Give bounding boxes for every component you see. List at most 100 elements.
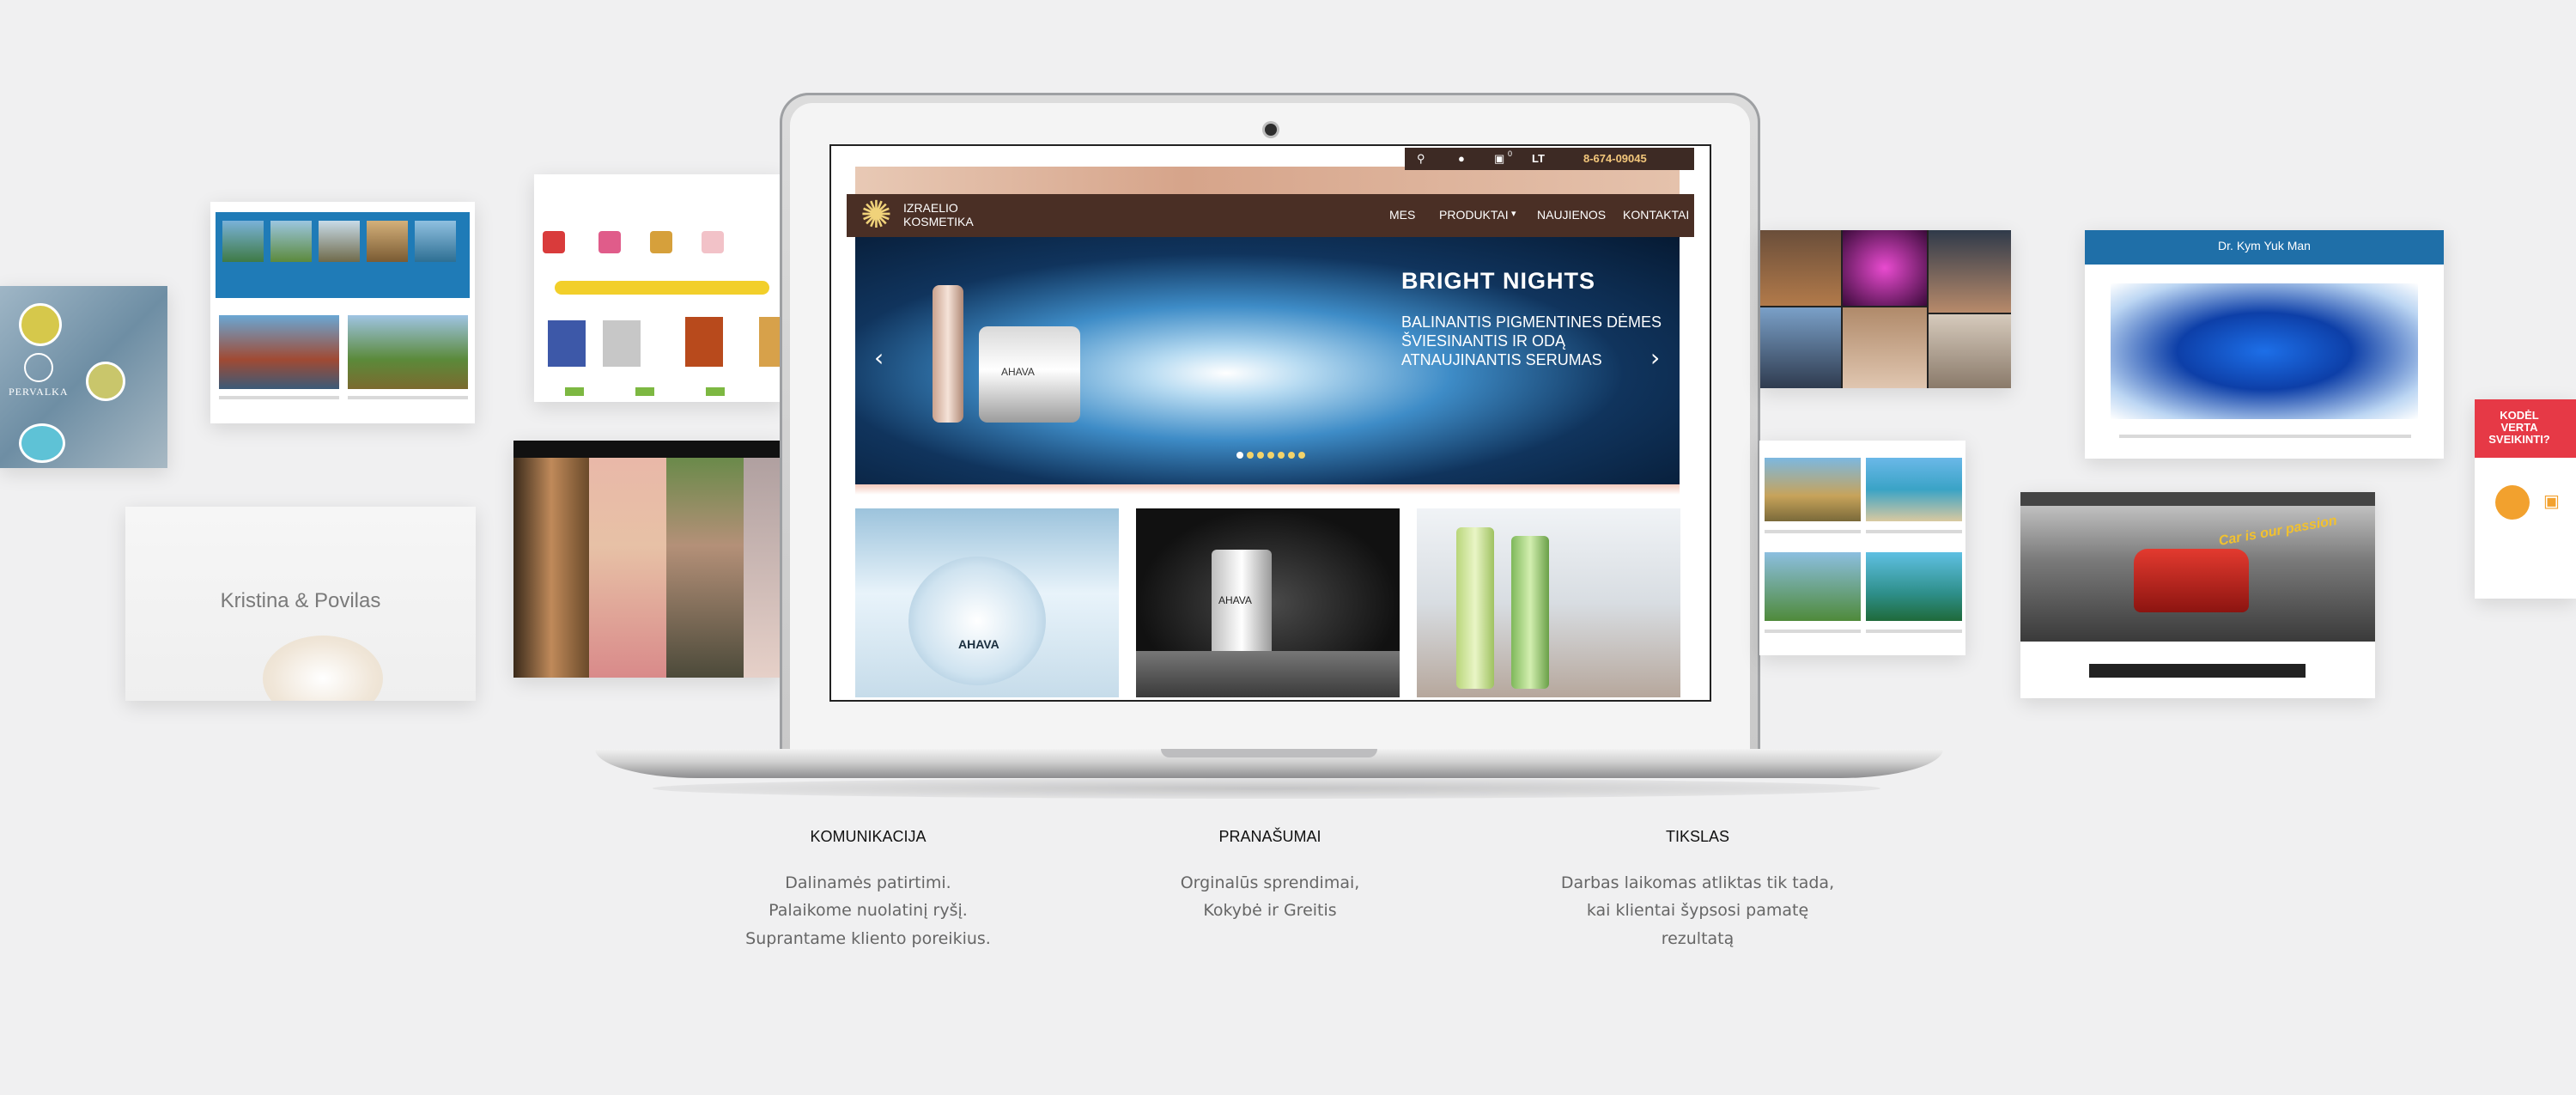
product-jar-1 bbox=[908, 557, 1046, 685]
slider-dot[interactable] bbox=[1267, 452, 1274, 459]
slider-dot[interactable] bbox=[1247, 452, 1254, 459]
logo-line2: KOSMETIKA bbox=[903, 215, 974, 228]
car-red-icon bbox=[2134, 549, 2249, 612]
user-icon[interactable]: ● bbox=[1458, 152, 1465, 165]
travel-photo-5 bbox=[415, 221, 456, 262]
thumb-collage[interactable] bbox=[1760, 230, 2011, 388]
car-tagline: Car is our passion bbox=[2217, 513, 2339, 549]
shop-product-3[interactable] bbox=[685, 317, 723, 367]
slider-prev-icon[interactable]: ‹ bbox=[874, 344, 884, 372]
nav-kontaktai[interactable]: KONTAKTAI bbox=[1623, 208, 1689, 222]
thumb-car[interactable]: Car is our passion bbox=[2020, 492, 2375, 698]
nav-mes[interactable]: MES bbox=[1389, 208, 1415, 222]
promo-question: KODĖL VERTA SVEIKINTI? bbox=[2488, 409, 2550, 446]
cart-icon[interactable]: ▣ bbox=[1494, 152, 1504, 166]
thumb-pervalka[interactable]: PERVALKA bbox=[0, 286, 167, 468]
logo-line1: IZRAELIO bbox=[903, 201, 958, 215]
nav-produktai[interactable]: PRODUKTAI bbox=[1439, 208, 1509, 222]
shop-buy-2[interactable] bbox=[635, 387, 654, 396]
slider-dot[interactable] bbox=[1257, 452, 1264, 459]
promo-badge-icon bbox=[2495, 485, 2530, 520]
search-icon[interactable]: ⚲ bbox=[1417, 152, 1425, 166]
shop-buy-1[interactable] bbox=[565, 387, 584, 396]
travel-offer-2[interactable] bbox=[348, 315, 468, 389]
laptop-screen: ⚲ ● ▣ 0 LT 8-674-09045 ✺ IZRAELIO KOSMET… bbox=[829, 144, 1711, 702]
collage-photo-2 bbox=[1843, 230, 1927, 306]
shop-yellow-button[interactable] bbox=[555, 281, 769, 295]
collage-photo-1 bbox=[1760, 230, 1841, 306]
pervalka-tree-icon bbox=[24, 353, 53, 382]
slider-dot[interactable] bbox=[1236, 452, 1243, 459]
shop-icon-4 bbox=[702, 231, 724, 253]
travel2-photo-2[interactable] bbox=[1866, 458, 1962, 521]
thumb-wedding[interactable]: Kristina & Povilas bbox=[125, 507, 476, 701]
slider-dots bbox=[1236, 452, 1305, 460]
thumb-promo[interactable]: KODĖL VERTA SVEIKINTI? ▣ bbox=[2475, 399, 2576, 599]
shop-icon-1 bbox=[543, 231, 565, 253]
chevron-down-icon: ▾ bbox=[1511, 208, 1516, 219]
wedding-title: Kristina & Povilas bbox=[220, 589, 381, 612]
shop-icon-2 bbox=[598, 231, 621, 253]
hero-subtitle: BALINANTIS PIGMENTINES DĖMES ŠVIESINANTI… bbox=[1401, 313, 1676, 369]
shop-icon-3 bbox=[650, 231, 672, 253]
nav-naujienos[interactable]: NAUJIENOS bbox=[1537, 208, 1606, 222]
slider-next-icon[interactable]: › bbox=[1650, 344, 1660, 372]
product-rocks-2 bbox=[1136, 651, 1400, 697]
pervalka-label: PERVALKA bbox=[9, 386, 69, 398]
travel2-photo-3[interactable] bbox=[1765, 552, 1861, 621]
hero-line-2: ŠVIESINANTIS IR ODĄ bbox=[1401, 332, 1566, 350]
shop-product-1[interactable] bbox=[548, 320, 586, 367]
shop-product-4[interactable] bbox=[759, 317, 781, 367]
thumb-shop[interactable] bbox=[534, 174, 783, 402]
collage-photo-4 bbox=[1760, 307, 1841, 388]
product-tile-3[interactable] bbox=[1417, 508, 1680, 697]
laptop-shadow bbox=[653, 778, 1880, 799]
slider-dot[interactable] bbox=[1288, 452, 1295, 459]
travel-photo-1 bbox=[222, 221, 264, 262]
pervalka-badge-icon bbox=[86, 362, 125, 401]
shop-product-2[interactable] bbox=[603, 320, 641, 367]
feature-3-line-1: Darbas laikomas atliktas tik tada, bbox=[1560, 873, 1835, 892]
feature-3-line-3: rezultatą bbox=[1661, 929, 1735, 948]
product-brand-1: AHAVA bbox=[958, 637, 999, 651]
travel2-photo-1[interactable] bbox=[1765, 458, 1861, 521]
hero-jar-brand: AHAVA bbox=[1001, 366, 1035, 378]
product-tube-1 bbox=[1456, 527, 1494, 689]
site-topbar: ⚲ ● ▣ 0 LT 8-674-09045 bbox=[1405, 148, 1694, 170]
slider-dot[interactable] bbox=[1298, 452, 1305, 459]
thumb-doctor[interactable]: Dr. Kym Yuk Man bbox=[2085, 230, 2444, 459]
laptop-notch bbox=[1161, 749, 1377, 757]
beauty-face-3 bbox=[666, 458, 744, 678]
product-tube-2 bbox=[1511, 536, 1549, 689]
beauty-face-2 bbox=[589, 458, 666, 678]
thumb-travel[interactable] bbox=[210, 202, 475, 423]
car-hero-image: Car is our passion bbox=[2020, 506, 2375, 642]
hero-slider: AHAVA BRIGHT NIGHTS BALINANTIS PIGMENTIN… bbox=[855, 237, 1680, 484]
travel2-photo-4[interactable] bbox=[1866, 552, 1962, 621]
feature-2-line-2: Kokybė ir Greitis bbox=[1203, 901, 1337, 920]
travel-photo-3 bbox=[319, 221, 360, 262]
travel-photo-2 bbox=[270, 221, 312, 262]
shop-buy-3[interactable] bbox=[706, 387, 725, 396]
feature-title-3: TIKSLAS bbox=[1665, 828, 1730, 845]
travel-photo-4 bbox=[367, 221, 408, 262]
camera-icon bbox=[1265, 124, 1277, 136]
thumb-beauty[interactable] bbox=[513, 441, 781, 678]
hero-serum-bottle bbox=[933, 285, 963, 423]
car-menu bbox=[2089, 664, 2306, 678]
product-tile-2[interactable]: AHAVA bbox=[1136, 508, 1400, 697]
logo-star-icon: ✺ bbox=[860, 193, 892, 237]
product-tile-1[interactable]: AHAVA bbox=[855, 508, 1119, 697]
travel-offer-1[interactable] bbox=[219, 315, 339, 389]
feature-1-line-3: Suprantame kliento poreikius. bbox=[745, 929, 991, 948]
doctor-anatomy-image bbox=[2111, 283, 2418, 419]
feature-2-line-1: Orginalūs sprendimai, bbox=[1180, 873, 1360, 892]
collage-photo-6 bbox=[1929, 314, 2011, 388]
hero-title: BRIGHT NIGHTS bbox=[1401, 268, 1595, 294]
collage-photo-3 bbox=[1929, 230, 2011, 313]
feature-3-line-2: kai klientai šypsosi pamatę bbox=[1586, 901, 1809, 920]
slider-dot[interactable] bbox=[1278, 452, 1285, 459]
thumb-travel-2[interactable] bbox=[1759, 441, 1965, 655]
cart-icon: ▣ bbox=[2543, 490, 2560, 511]
language-switch[interactable]: LT bbox=[1532, 152, 1545, 165]
